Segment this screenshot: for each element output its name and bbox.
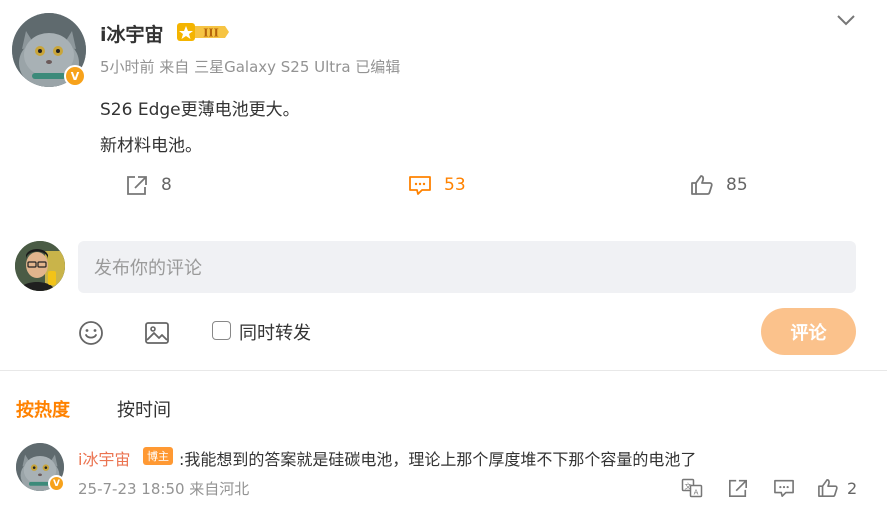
submit-comment-button[interactable]: 评论 bbox=[761, 308, 856, 355]
verified-badge-icon: V bbox=[64, 65, 86, 87]
comment-like-count: 2 bbox=[847, 478, 858, 498]
emoji-icon[interactable] bbox=[78, 320, 104, 350]
author-tag-badge: 博主 bbox=[143, 447, 173, 465]
my-avatar bbox=[15, 241, 65, 291]
svg-text:III: III bbox=[203, 27, 218, 40]
comment-share-icon[interactable] bbox=[727, 478, 749, 502]
repost-label[interactable]: 同时转发 bbox=[239, 319, 311, 345]
divider bbox=[0, 370, 887, 371]
share-icon bbox=[127, 176, 147, 195]
share-count: 8 bbox=[161, 175, 172, 195]
sort-by-time-tab[interactable]: 按时间 bbox=[117, 396, 171, 422]
post-text-line: 新材料电池。 bbox=[100, 136, 202, 156]
comment-meta: 25-7-23 18:50 来自河北 bbox=[78, 480, 250, 498]
author-name[interactable]: i冰宇宙 bbox=[100, 20, 164, 47]
verified-badge-icon: V bbox=[48, 475, 65, 492]
comment-text: :我能想到的答案就是硅碳电池，理论上那个厚度堆不下那个容量的电池了 bbox=[179, 450, 697, 469]
comment-count: 53 bbox=[444, 175, 466, 195]
comment-icon bbox=[409, 176, 431, 195]
translate-icon[interactable]: 文 A bbox=[681, 478, 703, 502]
share-button[interactable]: 8 bbox=[125, 173, 172, 197]
post-text-line: S26 Edge更薄电池更大。 bbox=[100, 100, 300, 120]
sort-by-hot-tab[interactable]: 按热度 bbox=[16, 396, 70, 422]
comment-input[interactable]: 发布你的评论 bbox=[78, 241, 856, 293]
svg-text:文: 文 bbox=[685, 482, 692, 491]
thumbs-up-icon bbox=[818, 479, 838, 497]
comment-button[interactable]: 53 bbox=[408, 173, 466, 197]
chevron-down-icon[interactable] bbox=[836, 12, 856, 26]
repost-checkbox[interactable] bbox=[212, 321, 231, 340]
commenter-name[interactable]: i冰宇宙 bbox=[78, 446, 130, 470]
svg-text:A: A bbox=[694, 489, 699, 497]
thumbs-up-icon bbox=[691, 175, 713, 195]
reply-icon[interactable] bbox=[773, 478, 795, 502]
image-icon[interactable] bbox=[144, 320, 170, 350]
like-count: 85 bbox=[726, 175, 748, 195]
comment-like-button[interactable]: 2 bbox=[817, 478, 857, 498]
like-button[interactable]: 85 bbox=[690, 173, 748, 197]
vip-level-icon: III bbox=[177, 22, 229, 42]
post-meta: 5小时前 来自 三星Galaxy S25 Ultra 已编辑 bbox=[100, 58, 401, 76]
